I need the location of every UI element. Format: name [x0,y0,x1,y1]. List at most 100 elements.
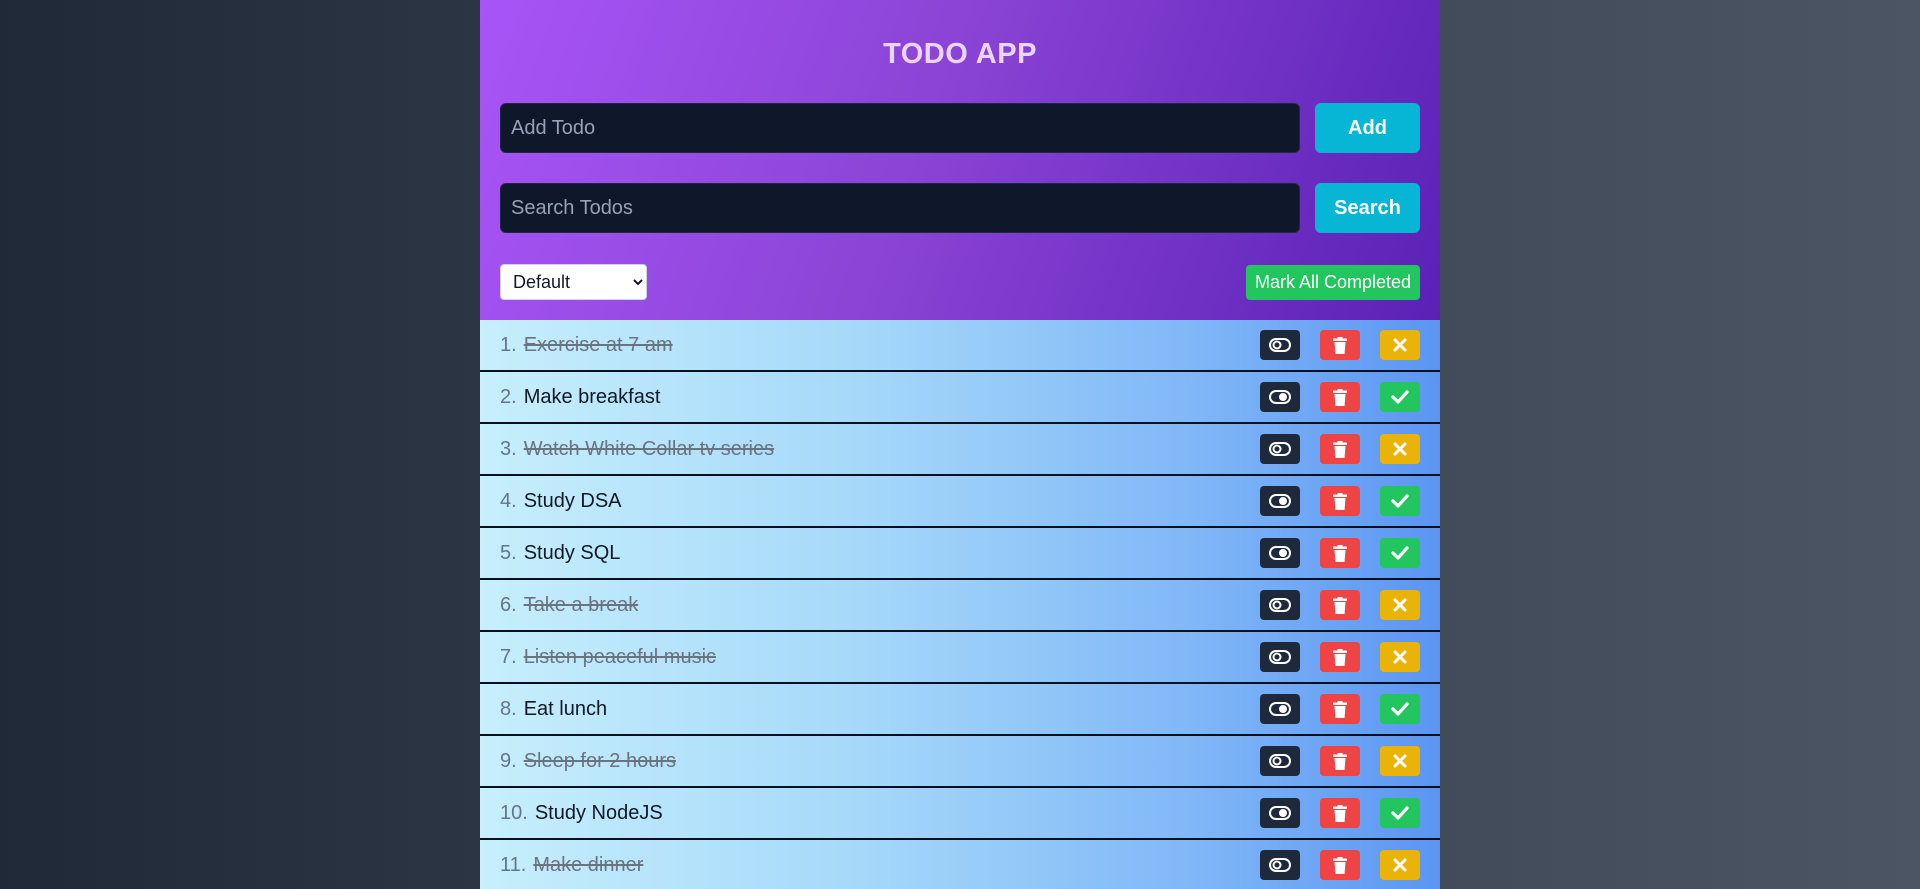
todo-text: Eat lunch [523,697,608,720]
todo-item: 11. Make dinner [480,840,1440,889]
trash-icon [1333,492,1347,510]
delete-button[interactable] [1320,538,1360,568]
toggle-button[interactable] [1260,538,1300,568]
toggle-button[interactable] [1260,330,1300,360]
todo-number: 11. [500,853,527,876]
mark-incomplete-button[interactable] [1380,434,1420,464]
toggle-icon [1269,806,1291,820]
check-icon [1391,390,1409,404]
delete-button[interactable] [1320,330,1360,360]
app-title: TODO APP [883,38,1037,70]
todo-list: 1. Exercise at 7 am 2. Make breakfast 3. Watc… [480,320,1440,889]
todo-item: 5. Study SQL [480,528,1440,580]
check-icon [1391,702,1409,716]
trash-icon [1333,336,1347,354]
delete-button[interactable] [1320,382,1360,412]
toggle-icon [1269,858,1291,872]
todo-text: Listen peaceful music [523,645,717,668]
toggle-icon [1269,494,1291,508]
delete-button[interactable] [1320,850,1360,880]
todo-item: 1. Exercise at 7 am [480,320,1440,372]
toggle-icon [1269,650,1291,664]
add-button[interactable]: Add [1315,103,1420,153]
todo-item: 4. Study DSA [480,476,1440,528]
trash-icon [1333,544,1347,562]
x-icon [1393,598,1407,612]
todo-number: 8. [500,697,517,720]
todo-item: 10. Study NodeJS [480,788,1440,840]
mark-complete-button[interactable] [1380,798,1420,828]
todo-number: 5. [500,541,517,564]
toggle-button[interactable] [1260,694,1300,724]
trash-icon [1333,440,1347,458]
mark-complete-button[interactable] [1380,694,1420,724]
todo-item: 6. Take a break [480,580,1440,632]
delete-button[interactable] [1320,694,1360,724]
add-todo-input[interactable] [500,103,1300,153]
trash-icon [1333,648,1347,666]
todo-text: Exercise at 7 am [523,333,673,356]
todo-item: 3. Watch White Collar tv series [480,424,1440,476]
toggle-button[interactable] [1260,850,1300,880]
todo-number: 9. [500,749,517,772]
todo-text: Sleep for 2 hours [523,749,677,772]
delete-button[interactable] [1320,486,1360,516]
x-icon [1393,858,1407,872]
delete-button[interactable] [1320,746,1360,776]
toggle-button[interactable] [1260,382,1300,412]
x-icon [1393,754,1407,768]
mark-complete-button[interactable] [1380,382,1420,412]
toggle-button[interactable] [1260,798,1300,828]
trash-icon [1333,388,1347,406]
todo-text: Watch White Collar tv series [523,437,775,460]
todo-text: Make breakfast [523,385,661,408]
mark-all-completed-button[interactable]: Mark All Completed [1246,264,1420,300]
x-icon [1393,650,1407,664]
trash-icon [1333,596,1347,614]
mark-complete-button[interactable] [1380,538,1420,568]
x-icon [1393,442,1407,456]
todo-number: 6. [500,593,517,616]
check-icon [1391,546,1409,560]
todo-item: 2. Make breakfast [480,372,1440,424]
add-row: Add [500,103,1420,153]
delete-button[interactable] [1320,642,1360,672]
mark-complete-button[interactable] [1380,486,1420,516]
toggle-button[interactable] [1260,590,1300,620]
mark-incomplete-button[interactable] [1380,590,1420,620]
todo-text: Take a break [523,593,639,616]
toggle-icon [1269,598,1291,612]
trash-icon [1333,856,1347,874]
toggle-icon [1269,702,1291,716]
toggle-button[interactable] [1260,434,1300,464]
mark-incomplete-button[interactable] [1380,850,1420,880]
todo-number: 2. [500,385,517,408]
todo-number: 10. [500,801,528,824]
todo-number: 4. [500,489,517,512]
toggle-button[interactable] [1260,486,1300,516]
toggle-icon [1269,442,1291,456]
toggle-icon [1269,546,1291,560]
header: TODO APP Add Search Default Mark All Com… [480,0,1440,320]
x-icon [1393,338,1407,352]
delete-button[interactable] [1320,434,1360,464]
delete-button[interactable] [1320,590,1360,620]
toggle-icon [1269,390,1291,404]
search-input[interactable] [500,183,1300,233]
trash-icon [1333,700,1347,718]
mark-incomplete-button[interactable] [1380,746,1420,776]
delete-button[interactable] [1320,798,1360,828]
toggle-button[interactable] [1260,746,1300,776]
trash-icon [1333,804,1347,822]
mark-incomplete-button[interactable] [1380,330,1420,360]
todo-number: 3. [500,437,517,460]
mark-incomplete-button[interactable] [1380,642,1420,672]
todo-number: 7. [500,645,517,668]
todo-item: 7. Listen peaceful music [480,632,1440,684]
controls-row: Default Mark All Completed [500,264,1420,300]
search-button[interactable]: Search [1315,183,1420,233]
sort-select[interactable]: Default [500,264,647,300]
todo-app: TODO APP Add Search Default Mark All Com… [480,0,1440,889]
todo-item: 9. Sleep for 2 hours [480,736,1440,788]
toggle-button[interactable] [1260,642,1300,672]
